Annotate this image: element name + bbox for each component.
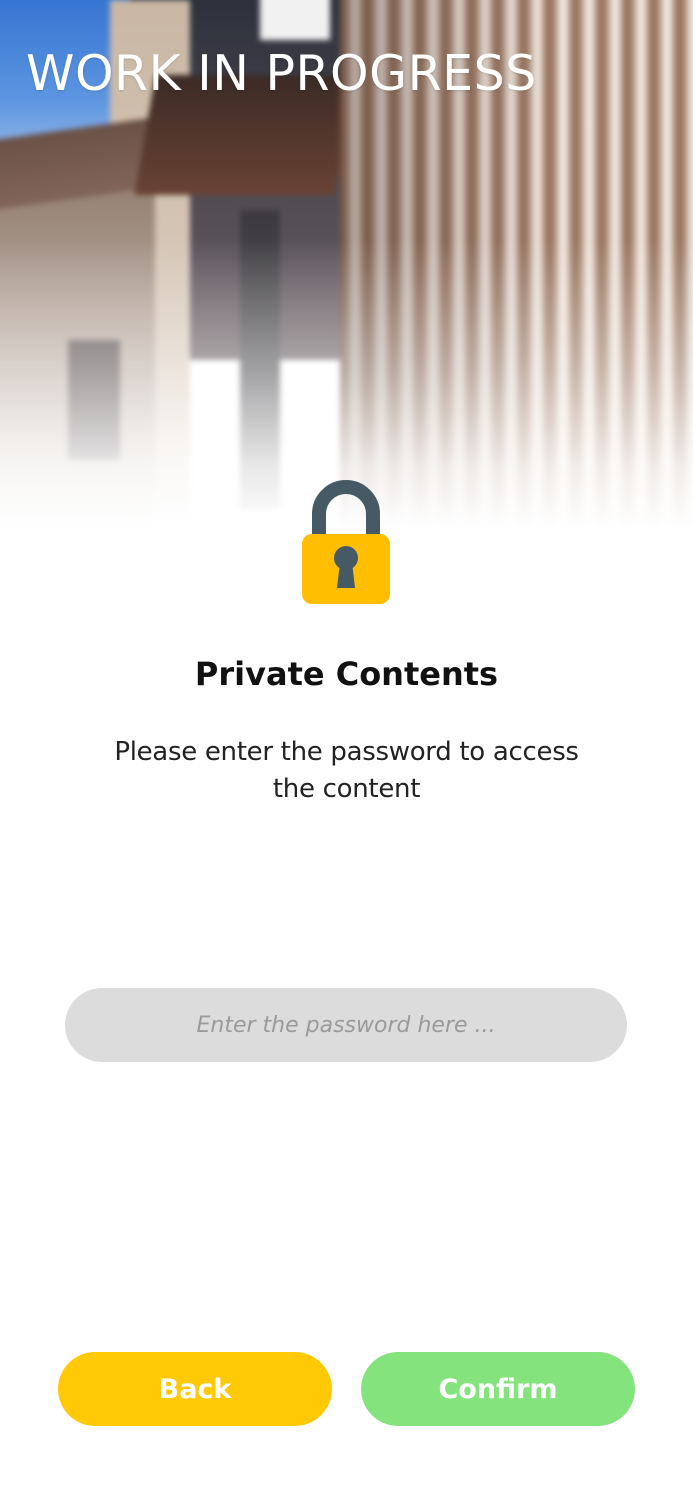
back-button[interactable]: Back <box>58 1352 332 1426</box>
password-input[interactable] <box>65 988 627 1062</box>
confirm-button[interactable]: Confirm <box>361 1352 635 1426</box>
password-field-container <box>65 988 627 1062</box>
page-title: WORK IN PROGRESS <box>26 45 537 102</box>
content-description: Please enter the password to access the … <box>114 737 579 804</box>
content-heading: Private Contents <box>0 652 693 696</box>
padlock-icon <box>302 480 390 604</box>
content-heading-text: Private Contents <box>194 655 499 693</box>
